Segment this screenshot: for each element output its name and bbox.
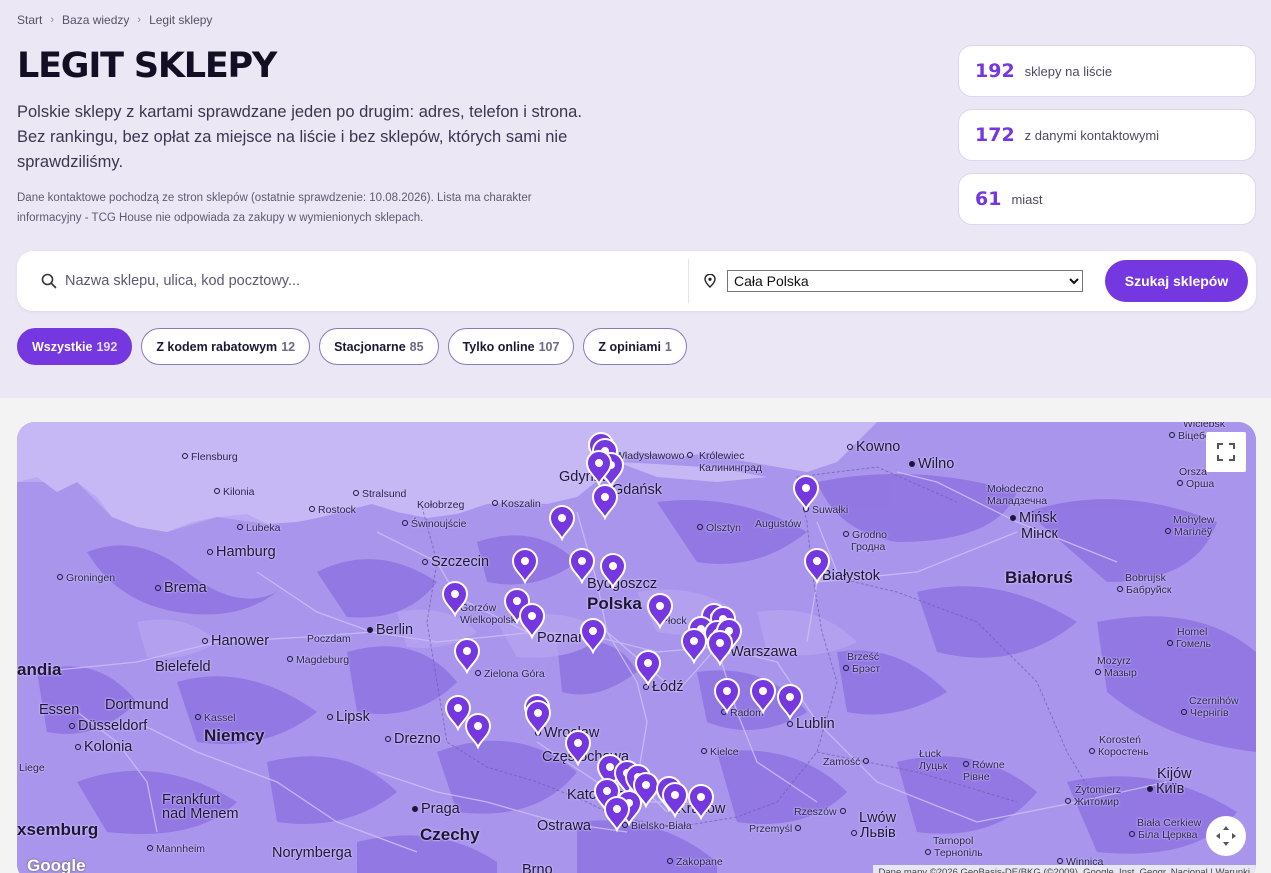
map-attribution[interactable]: Dane mapy ©2026 GeoBasis-DE/BKG (©2009),… [872,865,1256,873]
page-note: Dane kontaktowe pochodzą ze stron sklepó… [17,192,532,224]
shop-pin[interactable] [714,678,740,713]
google-logo: Google [27,856,86,873]
shop-pins-layer [442,432,830,831]
filter-online-only[interactable]: Tylko online 107 [447,328,575,365]
filter-count: 107 [538,339,560,354]
filter-stationary[interactable]: Stacjonarne 85 [319,328,439,365]
search-icon [41,273,57,289]
breadcrumb-knowledge-base[interactable]: Baza wiedzy [62,13,129,27]
stat-value: 61 [975,188,1002,210]
filter-all[interactable]: Wszystkie 192 [17,328,133,365]
shop-pin[interactable] [635,650,661,685]
stat-value: 192 [975,60,1015,82]
stat-shops: 192 sklepy na liście [958,45,1256,97]
filter-discount-code[interactable]: Z kodem rabatowym 12 [141,328,311,365]
shop-pin[interactable] [647,593,673,628]
filter-count: 1 [664,339,672,354]
breadcrumb-current: Legit sklepy [149,13,213,27]
fullscreen-button[interactable] [1206,432,1246,472]
breadcrumb-start[interactable]: Start [17,13,42,27]
filter-label: Wszystkie [32,339,93,354]
shop-pin[interactable] [688,784,714,819]
filter-label: Z kodem rabatowym [156,339,278,354]
shop-pin[interactable] [512,548,538,583]
shops-map[interactable]: Flensburg Kilonia Stralsund Rostock Koło… [17,422,1256,873]
camera-control-icon [1216,826,1236,846]
breadcrumb: Start › Baza wiedzy › Legit sklepy [17,13,212,27]
shop-pin[interactable] [565,730,591,765]
page-title: LEGIT SKLEPY [17,46,277,86]
stat-with-contact: 172 z danymi kontaktowymi [958,109,1256,161]
shop-pin[interactable] [519,603,545,638]
stat-cities: 61 miast [958,173,1256,225]
shop-pin[interactable] [777,684,803,719]
breadcrumb-separator: › [137,14,142,26]
stat-label: sklepy na liście [1024,63,1113,79]
shop-pin[interactable] [804,548,830,583]
location-select[interactable]: Cała Polska [727,270,1083,292]
filter-count: 192 [96,339,118,354]
camera-control-button[interactable] [1206,816,1246,856]
shop-pin[interactable] [707,630,733,665]
filter-chips: Wszystkie 192 Z kodem rabatowym 12 Stacj… [17,328,687,365]
page-lead: Polskie sklepy z kartami sprawdzane jede… [17,103,582,171]
shop-pin[interactable] [604,796,630,831]
shop-pin[interactable] [525,700,551,735]
filter-label: Stacjonarne [334,339,406,354]
stat-value: 172 [975,124,1015,146]
shop-pin[interactable] [442,581,468,616]
stat-label: miast [1011,191,1043,207]
map-pin-icon [704,274,716,288]
filter-count: 12 [281,339,296,354]
filter-count: 85 [409,339,424,354]
shop-pin[interactable] [662,782,688,817]
shop-pin[interactable] [549,505,575,540]
shop-pin[interactable] [454,638,480,673]
breadcrumb-separator: › [50,14,55,26]
search-bar: Cała Polska Szukaj sklepów [17,251,1256,311]
filter-label: Z opiniami [598,339,661,354]
shop-pin[interactable] [569,548,595,583]
page-header-section: Start › Baza wiedzy › Legit sklepy LEGIT… [0,0,1271,398]
shop-pin[interactable] [580,618,606,653]
shop-pin[interactable] [750,678,776,713]
search-input[interactable] [65,267,685,295]
filter-with-reviews[interactable]: Z opiniami 1 [583,328,687,365]
shop-pin[interactable] [600,553,626,588]
search-divider [688,259,689,303]
shop-pin[interactable] [681,628,707,663]
filter-label: Tylko online [462,339,535,354]
shop-pin[interactable] [465,713,491,748]
shop-pin[interactable] [793,475,819,510]
fullscreen-icon [1217,443,1235,461]
search-shops-button[interactable]: Szukaj sklepów [1105,260,1248,302]
shop-pin[interactable] [592,484,618,519]
map-section: Flensburg Kilonia Stralsund Rostock Koło… [0,398,1271,873]
stat-label: z danymi kontaktowymi [1024,127,1160,143]
